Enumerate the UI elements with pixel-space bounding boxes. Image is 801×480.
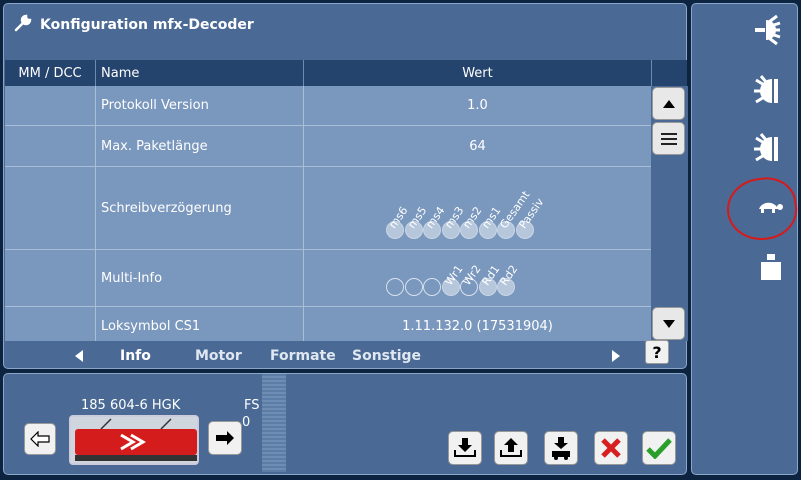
bit-toggle[interactable]: Rd2 [497, 263, 520, 296]
tab-info[interactable]: Info [120, 348, 151, 364]
triangle-down-icon [662, 319, 675, 328]
confirm-button[interactable] [642, 431, 676, 465]
loco-image[interactable] [69, 415, 199, 465]
column-header-mm-dcc: MM / DCC [5, 60, 96, 86]
bit-field-multi-info: Wr1 Wr2 Rd1 Rd2 [386, 263, 520, 296]
bit-toggle[interactable]: Passiv [515, 196, 546, 239]
help-button[interactable]: ? [645, 340, 669, 364]
arrow-left-icon [30, 431, 50, 447]
triangle-up-icon [662, 99, 675, 108]
column-header-spacer [652, 60, 687, 86]
bit-toggle[interactable] [404, 278, 423, 296]
wrench-icon [14, 14, 32, 36]
weight-icon[interactable] [760, 254, 782, 280]
cancel-icon [601, 438, 621, 458]
bit-toggle[interactable]: ms5 [404, 204, 429, 239]
prev-loco-button[interactable] [24, 423, 56, 455]
arrow-right-icon [216, 431, 234, 445]
tab-prev-icon[interactable] [75, 350, 83, 366]
scroll-down-button[interactable] [652, 307, 685, 340]
column-header-name: Name [96, 60, 304, 86]
rear-light-icon[interactable] [752, 132, 784, 166]
bit-label: Rd2 [497, 262, 521, 288]
bit-toggle[interactable]: Gesamt [497, 188, 533, 239]
bit-toggle[interactable]: ms3 [441, 204, 466, 239]
table-row[interactable]: Schreibverzögerung ms6 ms5 ms4 ms3 ms2 ms1 Ges… [5, 167, 651, 250]
loco-read-button[interactable] [544, 431, 578, 465]
tab-next-icon[interactable] [612, 350, 620, 366]
fs-value: 0 [242, 415, 251, 430]
front-light-icon[interactable] [752, 74, 784, 108]
row-name: Loksymbol CS1 [96, 307, 304, 341]
fs-label: FS [244, 398, 260, 413]
window-title: Konfiguration mfx-Decoder [40, 17, 254, 33]
tab-motor[interactable]: Motor [195, 348, 242, 364]
read-icon [454, 438, 476, 457]
config-table: Protokoll Version 1.0 Max. Paketlänge 64… [5, 86, 651, 341]
loco-panel: 185 604-6 HGK FS 0 [3, 373, 687, 475]
table-row[interactable]: Protokoll Version 1.0 [5, 86, 651, 126]
confirm-icon [646, 438, 672, 459]
row-value: 1.11.132.0 (17531904) [402, 319, 553, 334]
table-row[interactable]: Loksymbol CS1 1.11.132.0 (17531904) [5, 307, 651, 341]
scroll-thumb[interactable] [652, 122, 685, 155]
tab-formate[interactable]: Formate [270, 348, 336, 364]
table-header: MM / DCC Name Wert [5, 60, 687, 86]
headlight-icon[interactable] [750, 14, 786, 46]
next-loco-button[interactable] [208, 421, 242, 455]
bit-toggle[interactable]: Wr2 [460, 263, 484, 296]
scrollbar[interactable] [652, 86, 688, 341]
tab-bar: Info Motor Formate Sonstige [5, 342, 687, 370]
bit-toggle[interactable]: Rd1 [478, 263, 502, 296]
table-row[interactable]: Max. Paketlänge 64 [5, 126, 651, 167]
decoder-config-panel: Konfiguration mfx-Decoder MM / DCC Name … [3, 3, 688, 370]
bit-toggle[interactable]: ms6 [386, 204, 410, 239]
scroll-up-button[interactable] [652, 87, 685, 120]
bit-toggle[interactable] [423, 278, 441, 296]
loco-name: 185 604-6 HGK [81, 398, 181, 413]
function-side-panel [691, 3, 798, 475]
row-name: Protokoll Version [96, 86, 304, 125]
read-button[interactable] [448, 431, 482, 465]
column-header-wert: Wert [304, 60, 652, 86]
cancel-button[interactable] [594, 431, 628, 465]
row-name: Schreibverzögerung [96, 167, 304, 249]
bit-toggle[interactable]: ms2 [460, 204, 484, 239]
bit-toggle[interactable]: ms1 [478, 204, 503, 239]
row-name: Max. Paketlänge [96, 126, 304, 166]
tab-sonstige[interactable]: Sonstige [352, 348, 421, 364]
speed-slider[interactable] [262, 374, 286, 472]
row-value: 64 [469, 138, 486, 154]
write-button[interactable] [494, 431, 528, 465]
row-value: 1.0 [467, 98, 488, 113]
bit-toggle[interactable]: Wr1 [441, 263, 465, 296]
bit-toggle[interactable]: ms4 [423, 204, 447, 239]
bit-toggle[interactable] [386, 278, 404, 296]
table-row[interactable]: Multi-Info Wr1 Wr2 Rd1 Rd2 [5, 250, 651, 307]
write-icon [500, 438, 522, 457]
loco-read-icon [552, 437, 570, 460]
title-bar: Konfiguration mfx-Decoder [4, 4, 686, 46]
bit-field-schreibverzoegerung: ms6 ms5 ms4 ms3 ms2 ms1 Gesamt Passiv [386, 188, 546, 239]
grip-icon [660, 132, 677, 145]
row-name: Multi-Info [96, 250, 304, 306]
